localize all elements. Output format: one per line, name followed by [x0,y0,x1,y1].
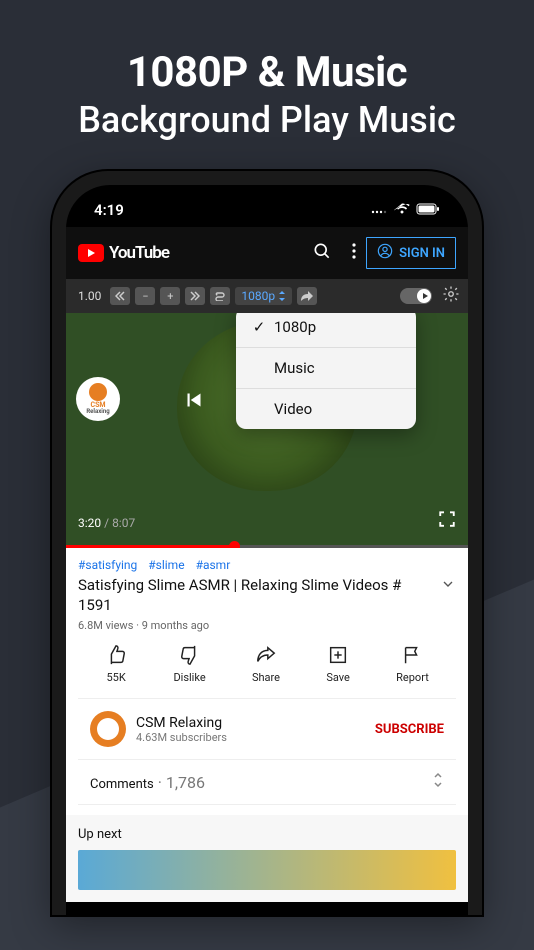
status-bar: 4:19 [66,185,468,227]
sign-in-label: SIGN IN [399,246,445,261]
like-count: 55K [107,671,126,684]
up-next-label: Up next [78,827,456,842]
up-next-section: Up next [66,815,468,902]
comments-count: 1,786 [166,773,205,792]
report-label: Report [396,671,429,684]
channel-name: CSM Relaxing [136,715,375,731]
popover-label: Video [274,400,312,418]
video-stats: 6.8M views · 9 months ago [78,619,456,632]
app-header: YouTube SIGN IN [66,227,468,279]
phone-screen: 4:19 YouTube [66,185,468,915]
video-meta: #satisfying #slime #asmr Satisfying Slim… [66,548,468,815]
wifi-icon [394,201,410,219]
skip-back-button[interactable] [110,287,130,305]
video-title: Satisfying Slime ASMR | Relaxing Slime V… [78,576,432,615]
dislike-button[interactable]: Dislike [173,644,205,684]
expand-icon [432,772,444,792]
subscriber-count: 4.63M subscribers [136,731,375,744]
save-label: Save [326,671,350,684]
gear-icon[interactable] [442,285,460,307]
person-icon [377,243,393,263]
channel-row[interactable]: CSM Relaxing 4.63M subscribers SUBSCRIBE [78,699,456,760]
up-next-thumbnail[interactable] [78,850,456,890]
video-player[interactable]: CSM Relaxing ✓ 1080p Music Video [66,313,468,548]
like-button[interactable]: 55K [105,644,127,684]
hashtag-link[interactable]: #satisfying [78,558,137,572]
check-icon: ✓ [252,318,266,336]
progress-bar[interactable] [66,545,468,548]
phone-frame: 4:19 YouTube [52,171,482,915]
status-time: 4:19 [94,201,124,219]
comments-label: Comments [90,777,154,792]
share-button[interactable]: Share [252,644,280,684]
promo-headline: 1080P & Music Background Play Music [0,0,534,171]
hashtags: #satisfying #slime #asmr [78,558,456,572]
channel-watermark[interactable]: CSM Relaxing [76,377,120,421]
youtube-play-icon [78,244,104,262]
popover-item-1080p[interactable]: ✓ 1080p [236,313,416,348]
time-display: 3:20 / 8:07 [78,516,135,530]
channel-avatar [90,711,126,747]
loop-button[interactable] [210,287,230,305]
duration: 8:07 [112,516,135,530]
popover-label: 1080p [274,318,316,336]
subscribe-button[interactable]: SUBSCRIBE [375,722,444,737]
quality-popover: ✓ 1080p Music Video [236,313,416,429]
chevron-down-icon[interactable] [440,576,456,596]
popover-label: Music [274,359,315,377]
plus-button[interactable]: + [160,287,180,305]
quality-label: 1080p [241,289,275,303]
report-button[interactable]: Report [396,644,429,684]
sign-in-button[interactable]: SIGN IN [366,237,456,269]
autoplay-toggle[interactable] [400,288,432,304]
popover-item-music[interactable]: Music [236,348,416,389]
playback-speed[interactable]: 1.00 [74,289,105,303]
previous-button[interactable] [181,387,207,417]
comments-row[interactable]: Comments · 1,786 [78,760,456,805]
search-icon[interactable] [302,235,342,271]
view-count: 6.8M views [78,619,133,632]
more-icon[interactable] [342,237,366,269]
action-bar: 55K Dislike Share Save Report [78,632,456,699]
hashtag-link[interactable]: #asmr [196,558,231,572]
youtube-wordmark: YouTube [109,243,169,263]
save-button[interactable]: Save [326,644,350,684]
cellular-icon [370,201,388,219]
quality-selector[interactable]: 1080p [235,287,292,305]
battery-icon [416,201,440,219]
hashtag-link[interactable]: #slime [148,558,184,572]
share-label: Share [252,671,280,684]
share-forward-icon[interactable] [297,287,317,305]
popover-item-video[interactable]: Video [236,389,416,429]
video-age: 9 months ago [142,619,209,632]
youtube-logo[interactable]: YouTube [78,243,169,263]
fullscreen-button[interactable] [438,510,456,532]
skip-forward-button[interactable] [185,287,205,305]
minus-button[interactable]: − [135,287,155,305]
promo-line-2: Background Play Music [20,99,514,141]
dislike-label: Dislike [173,671,205,684]
promo-line-1: 1080P & Music [20,48,514,97]
progress-fill [66,545,235,548]
player-toolbar: 1.00 − + 1080p [66,279,468,313]
current-time: 3:20 [78,516,101,530]
